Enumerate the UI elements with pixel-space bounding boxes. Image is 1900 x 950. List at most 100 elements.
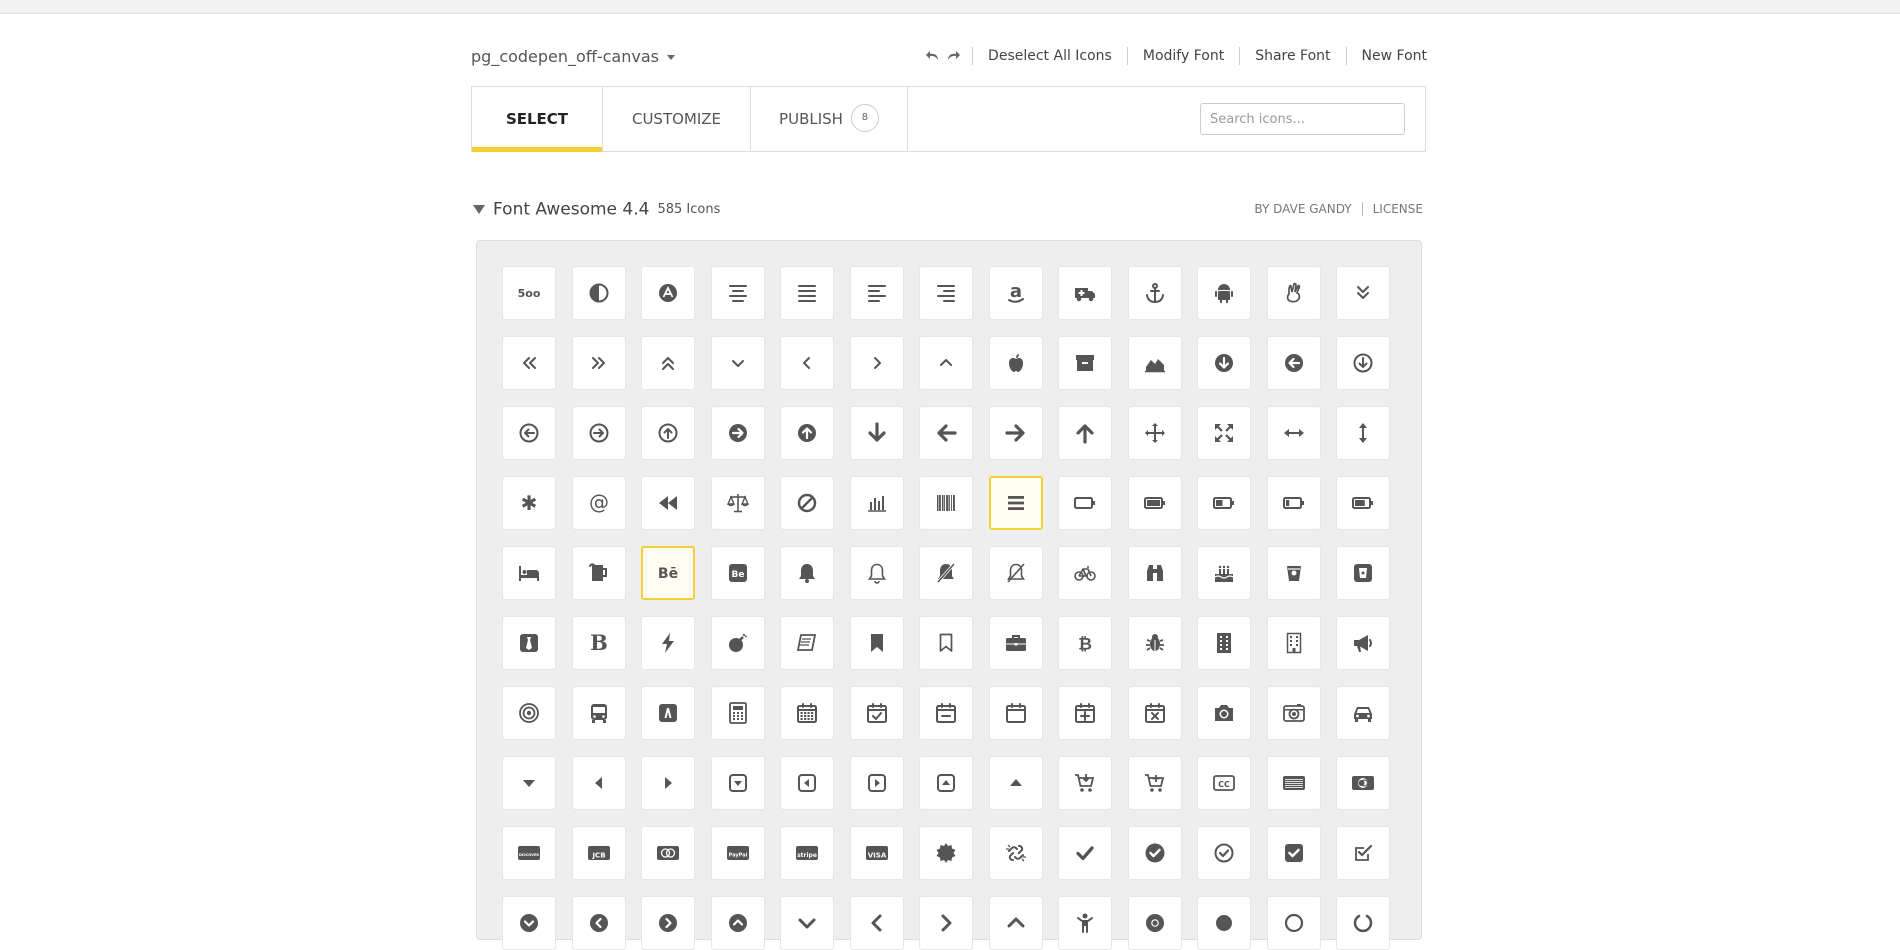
icon-tile[interactable] (1197, 896, 1251, 950)
icon-tile[interactable] (710, 616, 765, 670)
icon-tile[interactable] (849, 756, 904, 810)
icon-tile[interactable] (780, 476, 834, 530)
icon-tile[interactable] (919, 406, 973, 460)
icon-tile[interactable] (988, 756, 1043, 810)
icon-tile[interactable] (641, 896, 695, 950)
icon-tile[interactable] (1058, 336, 1112, 390)
icon-tile[interactable] (502, 686, 556, 740)
icon-tile[interactable] (710, 896, 765, 950)
modify-font-button[interactable]: Modify Font (1128, 47, 1241, 65)
icon-tile[interactable] (1336, 756, 1390, 810)
icon-tile[interactable] (849, 266, 904, 320)
icon-tile[interactable] (849, 896, 904, 950)
deselect-all-button[interactable]: Deselect All Icons (973, 47, 1128, 65)
icon-tile[interactable] (919, 686, 973, 740)
icon-tile[interactable] (710, 686, 765, 740)
icon-tile[interactable] (571, 546, 626, 600)
icon-tile[interactable] (780, 896, 834, 950)
icon-tile[interactable] (919, 546, 973, 600)
icon-tile[interactable] (988, 686, 1043, 740)
icon-tile[interactable] (502, 406, 556, 460)
icon-tile[interactable] (919, 896, 973, 950)
icon-tile[interactable] (1127, 266, 1182, 320)
icon-tile[interactable] (1266, 476, 1321, 530)
icon-tile[interactable] (1127, 406, 1182, 460)
icon-tile[interactable] (571, 336, 626, 390)
icon-tile[interactable] (1336, 336, 1390, 390)
icon-tile[interactable] (1266, 336, 1321, 390)
redo-icon[interactable] (946, 50, 961, 62)
icon-tile[interactable] (849, 616, 904, 670)
icon-tile[interactable] (502, 616, 556, 670)
icon-tile[interactable] (710, 476, 765, 530)
icon-tile[interactable]: stripe (780, 826, 834, 880)
icon-tile[interactable] (988, 406, 1043, 460)
icon-tile[interactable] (1058, 406, 1112, 460)
icon-tile[interactable] (1127, 686, 1182, 740)
icon-tile[interactable] (571, 756, 626, 810)
icon-tile[interactable] (571, 896, 626, 950)
license-link[interactable]: LICENSE (1363, 202, 1423, 216)
icon-tile[interactable] (1336, 896, 1390, 950)
icon-tile[interactable] (780, 406, 834, 460)
icon-tile[interactable] (1266, 756, 1321, 810)
icon-tile[interactable] (1197, 826, 1251, 880)
new-font-button[interactable]: New Font (1347, 47, 1427, 65)
icon-tile[interactable] (1336, 826, 1390, 880)
icon-tile[interactable] (1336, 476, 1390, 530)
icon-tile[interactable] (1266, 896, 1321, 950)
icon-tile[interactable] (988, 476, 1043, 530)
icon-tile[interactable]: B (571, 616, 626, 670)
icon-tile[interactable] (1336, 406, 1390, 460)
icon-tile[interactable] (641, 686, 695, 740)
icon-tile[interactable] (919, 336, 973, 390)
icon-tile[interactable] (849, 686, 904, 740)
icon-tile[interactable] (1127, 826, 1182, 880)
icon-tile[interactable]: DISCOVER (502, 826, 556, 880)
icon-tile[interactable] (919, 756, 973, 810)
icon-tile[interactable]: PayPal (710, 826, 765, 880)
icon-tile[interactable] (502, 896, 556, 950)
icon-tile[interactable] (1336, 266, 1390, 320)
share-font-button[interactable]: Share Font (1240, 47, 1347, 65)
icon-tile[interactable] (1266, 826, 1321, 880)
icon-tile[interactable] (1197, 336, 1251, 390)
icon-tile[interactable] (849, 476, 904, 530)
icon-tile[interactable] (988, 896, 1043, 950)
icon-tile[interactable] (710, 336, 765, 390)
icon-tile[interactable] (1127, 616, 1182, 670)
icon-tile[interactable] (1266, 266, 1321, 320)
icon-tile[interactable]: CC (1197, 756, 1251, 810)
icon-tile[interactable] (1266, 686, 1321, 740)
icon-tile[interactable] (641, 616, 695, 670)
tab-select[interactable]: SELECT (472, 87, 603, 152)
icon-tile[interactable] (641, 266, 695, 320)
icon-tile[interactable] (919, 616, 973, 670)
icon-tile[interactable] (1058, 476, 1112, 530)
undo-icon[interactable] (926, 50, 940, 62)
icon-tile[interactable] (1336, 686, 1390, 740)
icon-tile[interactable] (1197, 616, 1251, 670)
icon-tile[interactable] (1127, 756, 1182, 810)
icon-tile[interactable] (1127, 896, 1182, 950)
icon-tile[interactable] (1127, 476, 1182, 530)
icon-tile[interactable] (571, 406, 626, 460)
icon-tile[interactable] (780, 756, 834, 810)
icon-tile[interactable] (1058, 826, 1112, 880)
icon-tile[interactable] (641, 826, 695, 880)
icon-tile[interactable] (1058, 896, 1112, 950)
icon-tile[interactable] (641, 336, 695, 390)
icon-tile[interactable] (571, 686, 626, 740)
icon-tile[interactable]: Bē (641, 546, 695, 600)
icon-tile[interactable]: ₿ (1058, 616, 1112, 670)
icon-tile[interactable] (988, 336, 1043, 390)
icon-tile[interactable] (710, 756, 765, 810)
icon-tile[interactable] (502, 546, 556, 600)
icon-tile[interactable] (1058, 266, 1112, 320)
tab-customize[interactable]: CUSTOMIZE (603, 87, 751, 151)
icon-tile[interactable] (502, 336, 556, 390)
icon-tile[interactable] (710, 266, 765, 320)
icon-tile[interactable] (919, 826, 973, 880)
icon-tile[interactable]: JCB (571, 826, 626, 880)
icon-tile[interactable] (1197, 686, 1251, 740)
